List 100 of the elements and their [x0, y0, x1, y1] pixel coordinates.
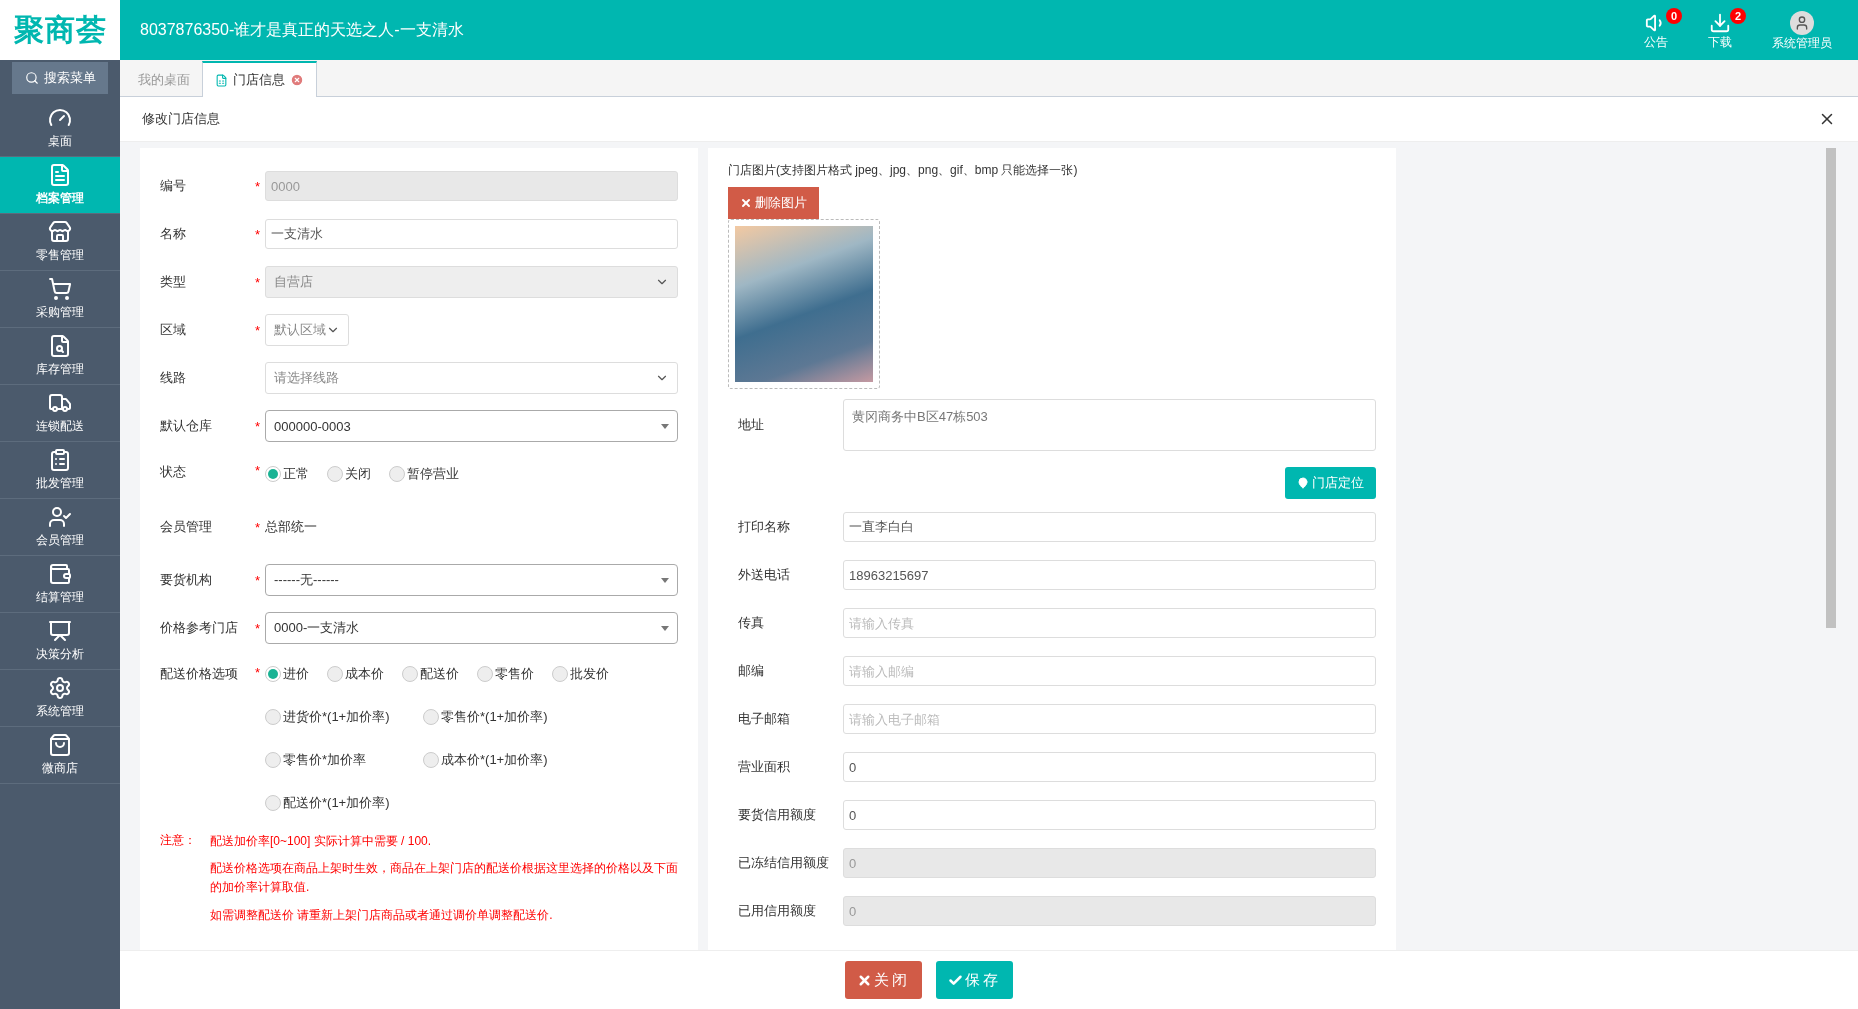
field-label: 打印名称 — [738, 518, 791, 536]
field-value: 总部统一 — [265, 518, 318, 536]
required-mark: * — [255, 274, 262, 290]
caret-icon — [661, 423, 669, 429]
address-field[interactable]: 黄冈商务中B区47栋503 — [843, 399, 1376, 451]
radio-option[interactable]: 关闭 — [327, 465, 371, 483]
radio-button[interactable] — [477, 665, 493, 682]
field-label: 要货机构 — [160, 571, 213, 589]
input-field[interactable]: 请输入电子邮箱 — [843, 704, 1376, 734]
input-field[interactable]: 请输入邮编 — [843, 656, 1376, 686]
radio-button[interactable] — [423, 751, 439, 768]
field-label: 邮编 — [738, 662, 765, 680]
note-text: 配送价格选项在商品上架时生效，商品在上架门店的配送价根据这里选择的价格以及下面的加价率计算取值. — [210, 860, 678, 897]
radio-option[interactable]: 零售价*加价率 — [265, 750, 405, 769]
clipboard-icon — [48, 448, 72, 472]
radio-option[interactable]: 正常 — [265, 465, 309, 483]
field-label: 营业面积 — [738, 758, 791, 776]
required-mark: * — [255, 572, 262, 588]
note-text: 如需调整配送价 请重新上架门店商品或者通过调价单调整配送价. — [210, 906, 554, 924]
required-mark: * — [255, 519, 262, 535]
radio-button[interactable] — [389, 466, 405, 482]
field-label: 外送电话 — [738, 566, 791, 584]
input-field[interactable]: 请输入传真 — [843, 608, 1376, 638]
header-action[interactable]: 0 公告 — [1630, 7, 1682, 53]
input-field[interactable]: 0 — [843, 800, 1376, 830]
radio-option[interactable]: 批发价 — [552, 664, 609, 683]
delete-image-button[interactable]: 删除图片 — [728, 187, 819, 219]
settings-icon — [48, 676, 72, 700]
radio-option[interactable]: 进货价*(1+加价率) — [265, 707, 405, 726]
note-label: 注意： — [160, 832, 197, 849]
search-icon — [24, 71, 39, 85]
check-icon — [948, 972, 963, 988]
field-label: 类型 — [160, 273, 187, 291]
user-check-icon — [48, 505, 72, 529]
input-field[interactable]: 一直李白白 — [843, 512, 1376, 542]
input-field[interactable]: 一支清水 — [265, 219, 678, 249]
action-label: 系统管理员 — [1772, 34, 1832, 52]
field-label: 名称 — [160, 225, 187, 243]
radio-button[interactable] — [327, 665, 343, 682]
input-field[interactable]: 18963215697 — [843, 560, 1376, 590]
combo-field[interactable]: ------无------ — [265, 564, 678, 596]
radio-option[interactable]: 成本价*(1+加价率) — [423, 750, 563, 769]
required-mark: * — [255, 178, 262, 194]
radio-button[interactable] — [265, 466, 281, 482]
caret-icon — [661, 625, 669, 631]
count-badge: 2 — [1730, 7, 1746, 24]
pin-icon — [1297, 477, 1309, 489]
required-mark: * — [255, 418, 262, 434]
combo-field[interactable]: 0000-一支清水 — [265, 612, 678, 644]
radio-button[interactable] — [265, 665, 281, 682]
field-label: 默认仓库 — [160, 417, 213, 435]
radio-option[interactable]: 零售价*(1+加价率) — [423, 707, 563, 726]
radio-button[interactable] — [327, 466, 343, 482]
radio-option[interactable]: 配送价*(1+加价率) — [265, 793, 405, 812]
close-icon — [857, 972, 872, 988]
field-label: 要货信用额度 — [738, 806, 817, 824]
avatar — [1790, 10, 1814, 35]
tab[interactable]: 门店信息 — [202, 61, 317, 97]
close-button[interactable]: 关闭 — [845, 961, 922, 999]
select-field[interactable]: 默认区域 — [265, 314, 349, 346]
field-label: 已用信用额度 — [738, 902, 817, 920]
radio-option[interactable]: 零售价 — [477, 664, 534, 683]
required-mark: * — [255, 322, 262, 338]
radio-option[interactable]: 暂停营业 — [389, 465, 459, 483]
combo-field[interactable]: 000000-0003 — [265, 410, 678, 442]
select-field[interactable]: 请选择线路 — [265, 362, 678, 394]
radio-option[interactable]: 成本价 — [327, 664, 384, 683]
image-caption: 门店图片(支持图片格式 jpeg、jpg、png、gif、bmp 只能选择一张) — [728, 162, 1079, 179]
field-label: 状态 — [160, 463, 187, 481]
action-label: 下载 — [1708, 33, 1732, 51]
wallet-icon — [48, 562, 72, 586]
document-search-icon — [48, 334, 72, 358]
required-mark: * — [255, 620, 262, 636]
radio-button[interactable] — [265, 708, 281, 725]
action-label: 公告 — [1644, 33, 1668, 51]
window-title: 8037876350-谁才是真正的天选之人-一支清水 — [140, 19, 465, 40]
input-field[interactable]: 0 — [843, 752, 1376, 782]
radio-button[interactable] — [423, 708, 439, 725]
document-icon — [48, 163, 72, 187]
cart-icon — [48, 277, 72, 301]
radio-option[interactable]: 配送价 — [402, 664, 459, 683]
scrollbar[interactable] — [1826, 148, 1836, 628]
search-menu-button[interactable]: 搜索菜单 — [12, 62, 108, 94]
panel-title: 修改门店信息 — [142, 110, 220, 128]
required-mark: * — [255, 664, 262, 680]
radio-button[interactable] — [552, 665, 568, 682]
download-icon — [1709, 11, 1731, 34]
radio-button[interactable] — [402, 665, 418, 682]
field-label: 编号 — [160, 177, 187, 195]
truck-icon — [48, 391, 72, 415]
radio-option[interactable]: 进价 — [265, 664, 309, 683]
field-label: 区域 — [160, 321, 187, 339]
radio-button[interactable] — [265, 794, 281, 811]
field-label: 电子邮箱 — [738, 710, 791, 728]
field-label: 已冻结信用额度 — [738, 854, 830, 872]
bag-icon — [48, 733, 72, 757]
field-label: 传真 — [738, 614, 765, 632]
radio-button[interactable] — [265, 751, 281, 768]
note-text: 配送加价率[0~100] 实际计算中需要 / 100. — [210, 833, 433, 850]
header-action[interactable]: 2 下载 — [1694, 7, 1746, 53]
